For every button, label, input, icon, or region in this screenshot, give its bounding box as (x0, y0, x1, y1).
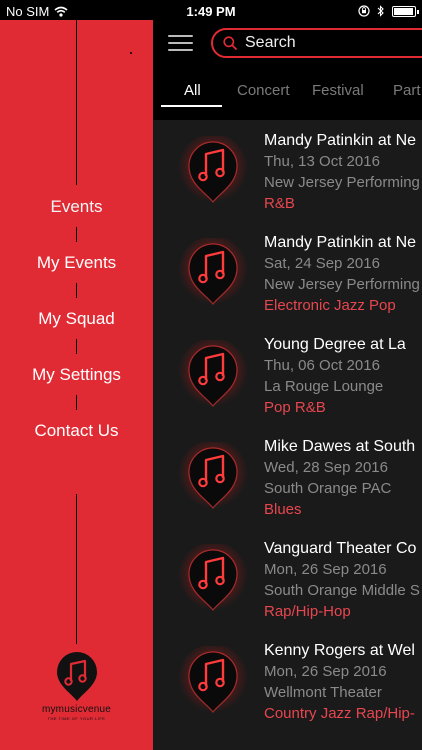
music-pin-logo-icon (56, 652, 97, 701)
event-title: Mandy Patinkin at Ne (264, 234, 417, 251)
event-details: Vanguard Theater Co Mon, 26 Sep 2016 Sou… (264, 538, 422, 622)
event-row[interactable]: Kenny Rogers at Wel Mon, 26 Sep 2016 Wel… (153, 630, 422, 732)
event-genre: Pop R&B (264, 399, 326, 416)
menu-separator (76, 283, 77, 298)
brand-name: mymusicvenue (41, 704, 112, 715)
event-venue: Wellmont Theater (264, 684, 382, 701)
event-venue: New Jersey Performing (264, 174, 420, 191)
carrier-label: No SIM (6, 3, 50, 19)
music-pin-icon (178, 238, 248, 308)
search-icon (223, 36, 237, 50)
event-title: Young Degree at La (264, 336, 406, 353)
event-date: Mon, 26 Sep 2016 (264, 561, 387, 578)
event-venue: South Orange Middle S (264, 582, 420, 599)
event-title: Mandy Patinkin at Ne (264, 132, 417, 149)
event-date: Thu, 13 Oct 2016 (264, 153, 380, 170)
brand-tagline: THE TIME OF YOUR LIFE (47, 716, 106, 721)
event-title: Mike Dawes at South (264, 438, 416, 455)
status-left: No SIM (6, 4, 68, 19)
top-bar: All Concert Festival Part (153, 20, 422, 120)
event-date: Mon, 26 Sep 2016 (264, 663, 387, 680)
side-menu: Events My Events My Squad My Settings Co… (0, 20, 153, 750)
event-row[interactable]: Mandy Patinkin at Ne Sat, 24 Sep 2016 Ne… (153, 222, 422, 324)
brand-logo: mymusicvenue THE TIME OF YOUR LIFE (0, 650, 153, 721)
menu-item-my-settings[interactable]: My Settings (32, 364, 121, 386)
menu-item-my-squad[interactable]: My Squad (38, 308, 115, 330)
rotation-lock-icon (358, 5, 370, 17)
event-list: Mandy Patinkin at Ne Thu, 13 Oct 2016 Ne… (153, 120, 422, 732)
bluetooth-icon (377, 5, 384, 17)
event-row[interactable]: Mike Dawes at South Wed, 28 Sep 2016 Sou… (153, 426, 422, 528)
hamburger-line (168, 42, 193, 44)
music-pin-icon (178, 544, 248, 614)
event-date: Thu, 06 Oct 2016 (264, 357, 380, 374)
status-bar: No SIM 1:49 PM (0, 0, 422, 22)
menu-item-events[interactable]: Events (51, 196, 103, 218)
event-genre: Rap/Hip-Hop (264, 603, 351, 620)
menu-item-contact-us[interactable]: Contact Us (34, 420, 118, 442)
hamburger-line (168, 35, 193, 37)
event-genre: Blues (264, 501, 302, 518)
music-pin-icon (178, 442, 248, 512)
menu-separator (76, 227, 77, 242)
wifi-icon (54, 6, 68, 17)
event-date: Sat, 24 Sep 2016 (264, 255, 380, 272)
menu-dot (130, 52, 132, 54)
status-right (358, 5, 419, 17)
event-title: Vanguard Theater Co (264, 540, 417, 557)
event-genre: Electronic Jazz Pop (264, 297, 396, 314)
active-tab-indicator (161, 105, 222, 107)
event-venue: La Rouge Lounge (264, 378, 384, 395)
tab-concert[interactable]: Concert (237, 82, 290, 99)
menu-separator (76, 395, 77, 410)
search-input[interactable] (245, 34, 422, 52)
event-row[interactable]: Vanguard Theater Co Mon, 26 Sep 2016 Sou… (153, 528, 422, 630)
menu-toggle-button[interactable] (168, 35, 193, 51)
battery-icon (392, 5, 419, 17)
tab-festival[interactable]: Festival (312, 82, 364, 99)
event-genre: Country Jazz Rap/Hip- (264, 705, 415, 722)
tab-all[interactable]: All (184, 82, 201, 99)
menu-divider-line (76, 20, 77, 185)
battery-level (394, 7, 413, 15)
events-panel: All Concert Festival Part (153, 20, 422, 750)
event-venue: New Jersey Performing (264, 276, 420, 293)
event-genre: R&B (264, 195, 295, 212)
event-details: Kenny Rogers at Wel Mon, 26 Sep 2016 Wel… (264, 640, 422, 724)
music-pin-icon (178, 646, 248, 716)
event-row[interactable]: Young Degree at La Thu, 06 Oct 2016 La R… (153, 324, 422, 426)
menu-divider-line (76, 494, 77, 644)
menu-list: Events My Events My Squad My Settings Co… (0, 196, 153, 442)
menu-item-my-events[interactable]: My Events (37, 252, 116, 274)
search-bar[interactable] (211, 28, 422, 58)
tab-party[interactable]: Part (393, 82, 421, 99)
event-details: Mike Dawes at South Wed, 28 Sep 2016 Sou… (264, 436, 422, 520)
event-row[interactable]: Mandy Patinkin at Ne Thu, 13 Oct 2016 Ne… (153, 120, 422, 222)
event-details: Mandy Patinkin at Ne Sat, 24 Sep 2016 Ne… (264, 232, 422, 316)
music-pin-icon (178, 136, 248, 206)
hamburger-line (168, 49, 193, 51)
event-details: Mandy Patinkin at Ne Thu, 13 Oct 2016 Ne… (264, 130, 422, 214)
event-venue: South Orange PAC (264, 480, 392, 497)
event-date: Wed, 28 Sep 2016 (264, 459, 388, 476)
event-details: Young Degree at La Thu, 06 Oct 2016 La R… (264, 334, 422, 418)
event-title: Kenny Rogers at Wel (264, 642, 415, 659)
menu-separator (76, 339, 77, 354)
music-pin-icon (178, 340, 248, 410)
